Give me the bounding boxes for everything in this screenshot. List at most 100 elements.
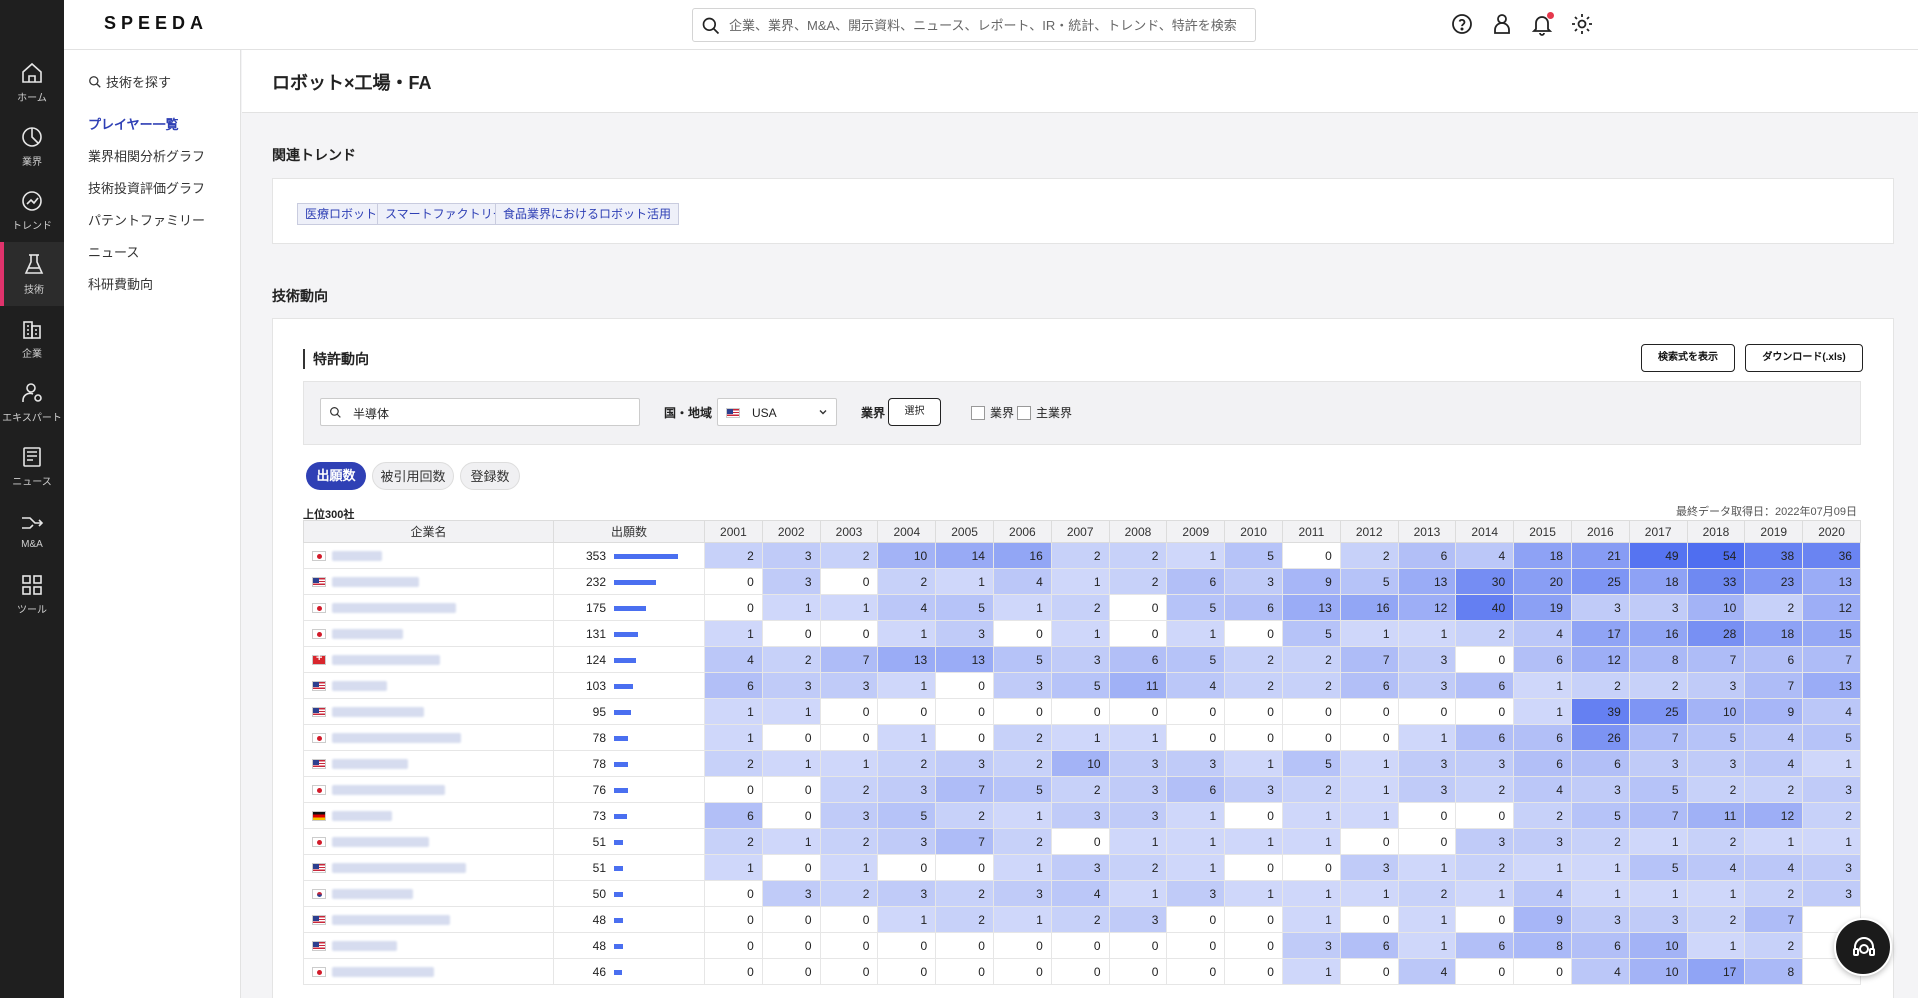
rail-item-1[interactable]: 業界 (0, 114, 64, 178)
rail-item-5[interactable]: エキスパート (0, 370, 64, 434)
support-chat-button[interactable] (1834, 918, 1892, 976)
trend-tag-food-robot[interactable]: 食品業界におけるロボット活用 (495, 203, 680, 225)
table-row[interactable]: 51 2 1 2 3 7 2 0 1 1 1 1 0 0 3 3 2 1 2 1 1 (303, 828, 1861, 855)
table-row[interactable]: 73 6 0 3 5 2 1 3 3 1 0 1 1 0 0 2 5 7 11 12 2 (303, 802, 1861, 829)
table-row[interactable]: 12442713135365227306128767 (303, 646, 1861, 673)
col-year-header[interactable]: 2009 (1166, 520, 1226, 543)
subnav-item-3[interactable]: パテントファミリー (88, 210, 205, 229)
tab-registrations[interactable]: 登録数 (460, 462, 520, 490)
table-row[interactable]: 78 1 0 0 1 0 2 1 1 0 0 0 0 1 6 6 26 7 5 4 5 (303, 724, 1861, 751)
col-year-header[interactable]: 2003 (819, 520, 879, 543)
col-year-header[interactable]: 2001 (704, 520, 763, 543)
speeda-logo[interactable]: SPEEDA (104, 13, 208, 34)
country-select[interactable]: USA (717, 398, 837, 426)
main-industry-checkbox[interactable]: 主業界 (1017, 404, 1072, 421)
col-year-header[interactable]: 2011 (1281, 520, 1341, 543)
col-year-header[interactable]: 2007 (1050, 520, 1110, 543)
company-cell[interactable] (303, 932, 554, 959)
year-value-cell: 1 (1513, 698, 1572, 725)
bell-icon[interactable] (1529, 11, 1555, 37)
col-count-header[interactable]: 出願数 (553, 520, 705, 543)
related-trends-title: 関連トレンド (272, 147, 356, 163)
find-tech-link[interactable]: 技術を探す (88, 72, 171, 91)
company-cell[interactable] (303, 776, 554, 803)
year-value-cell: 1 (1281, 906, 1341, 933)
global-search-input[interactable] (729, 13, 1249, 37)
year-value-cell: 3 (877, 880, 937, 907)
rail-item-6[interactable]: ニュース (0, 434, 64, 498)
industry-checkbox[interactable]: 業界 (971, 404, 1014, 421)
col-year-header[interactable]: 2012 (1339, 520, 1399, 543)
col-year-header[interactable]: 2018 (1686, 520, 1746, 543)
rail-item-3[interactable]: 技術 (0, 242, 64, 306)
col-year-header[interactable]: 2013 (1397, 520, 1457, 543)
help-icon[interactable] (1449, 11, 1475, 37)
tab-citations[interactable]: 被引用回数 (372, 462, 454, 490)
company-cell[interactable] (303, 880, 554, 907)
company-cell[interactable] (303, 698, 554, 725)
year-value-cell: 2 (819, 542, 879, 569)
subnav-item-4[interactable]: ニュース (88, 242, 139, 261)
company-cell[interactable] (303, 854, 554, 881)
subnav-item-5[interactable]: 科研費動向 (88, 274, 153, 293)
company-cell[interactable] (303, 542, 554, 569)
show-query-button[interactable]: 検索式を表示 (1641, 344, 1735, 372)
col-year-header[interactable]: 2016 (1570, 520, 1630, 543)
user-icon[interactable] (1489, 11, 1515, 37)
company-cell[interactable] (303, 672, 554, 699)
table-row[interactable]: 78 2 1 1 2 3 2 10 3 3 1 5 1 3 3 6 6 3 3 4 1 (303, 750, 1861, 777)
industry-select-button[interactable]: 選択 (888, 398, 941, 426)
subnav-item-1[interactable]: 業界相関分析グラフ (88, 146, 205, 165)
col-year-header[interactable]: 2020 (1802, 520, 1861, 543)
company-cell[interactable] (303, 802, 554, 829)
company-cell[interactable] (303, 828, 554, 855)
table-row[interactable]: 175 0 1 1 4 5 1 2 0 5 6 13 16 12 40 19 3 3 10 2 12 (303, 594, 1861, 621)
trend-tag-medical-robot[interactable]: 医療ロボット (297, 203, 386, 225)
company-cell[interactable] (303, 620, 554, 647)
table-row[interactable]: 50 0 3 2 3 2 3 4 1 3 1 1 1 2 1 4 1 1 1 2 3 (303, 880, 1861, 907)
rail-item-7[interactable]: M&A (0, 498, 64, 562)
year-value-cell: 4 (1455, 542, 1515, 569)
rail-item-8[interactable]: ツール (0, 562, 64, 626)
table-row[interactable]: 103 6 3 3 1 0 3 5 11 4 2 2 6 3 6 1 2 2 3 7 13 (303, 672, 1861, 699)
tab-applications[interactable]: 出願数 (306, 462, 366, 490)
col-year-header[interactable]: 2004 (877, 520, 937, 543)
rail-item-2[interactable]: トレンド (0, 178, 64, 242)
gear-icon[interactable] (1569, 11, 1595, 37)
col-year-header[interactable]: 2015 (1513, 520, 1572, 543)
table-row[interactable]: 76 0 0 2 3 7 5 2 3 6 3 2 1 3 2 4 3 5 2 2 3 (303, 776, 1861, 803)
table-row[interactable]: 51 1 0 1 0 0 1 3 2 1 0 0 3 1 2 1 1 5 4 4 3 (303, 854, 1861, 881)
col-year-header[interactable]: 2014 (1455, 520, 1515, 543)
col-year-header[interactable]: 2006 (992, 520, 1052, 543)
company-cell[interactable] (303, 724, 554, 751)
company-cell[interactable] (303, 568, 554, 595)
table-row[interactable]: 232 0 3 0 2 1 4 1 2 6 3 9 5 13 30 20 25 18 33 23 13 (303, 568, 1861, 595)
table-row[interactable]: 95 1 1 0 0 0 0 0 0 0 0 0 0 0 0 1 39 25 10 9 4 (303, 698, 1861, 725)
download-xls-button[interactable]: ダウンロード(.xls) (1745, 344, 1863, 372)
year-value-cell: 2 (1455, 776, 1515, 803)
col-year-header[interactable]: 2017 (1628, 520, 1688, 543)
global-search[interactable] (692, 8, 1256, 42)
table-row[interactable]: 46 0 0 0 0 0 0 0 0 0 0 1 0 4 0 0 4 10 17 8 (303, 958, 1861, 985)
col-year-header[interactable]: 2008 (1108, 520, 1168, 543)
table-row[interactable]: 48 0 0 0 0 0 0 0 0 0 0 3 6 1 6 8 6 10 1 2 (303, 932, 1861, 959)
company-cell[interactable] (303, 646, 554, 673)
subnav-item-2[interactable]: 技術投資評価グラフ (88, 178, 205, 197)
table-row[interactable]: 353 2 3 2 10 14 16 2 2 1 5 0 2 6 4 18 21 49 54 38 36 (303, 542, 1861, 569)
col-company-header[interactable]: 企業名 (303, 520, 554, 543)
company-cell[interactable] (303, 750, 554, 777)
company-cell[interactable] (303, 958, 554, 985)
col-year-header[interactable]: 2002 (761, 520, 821, 543)
col-year-header[interactable]: 2019 (1744, 520, 1804, 543)
rail-item-0[interactable]: ホーム (0, 50, 64, 114)
col-year-header[interactable]: 2005 (935, 520, 994, 543)
company-cell[interactable] (303, 906, 554, 933)
company-cell[interactable] (303, 594, 554, 621)
keyword-input[interactable]: 半導体 (320, 398, 640, 426)
rail-item-4[interactable]: 企業 (0, 306, 64, 370)
subnav-item-0[interactable]: プレイヤー一覧 (88, 114, 179, 133)
table-row[interactable]: 48 0 0 0 1 2 1 2 3 0 0 1 0 1 0 9 3 3 2 7 (303, 906, 1861, 933)
trend-tag-smart-factory[interactable]: スマートファクトリー (377, 203, 513, 225)
col-year-header[interactable]: 2010 (1224, 520, 1283, 543)
table-row[interactable]: 131 1 0 0 1 3 0 1 0 1 0 5 1 1 2 4 17 16 28 18 15 (303, 620, 1861, 647)
